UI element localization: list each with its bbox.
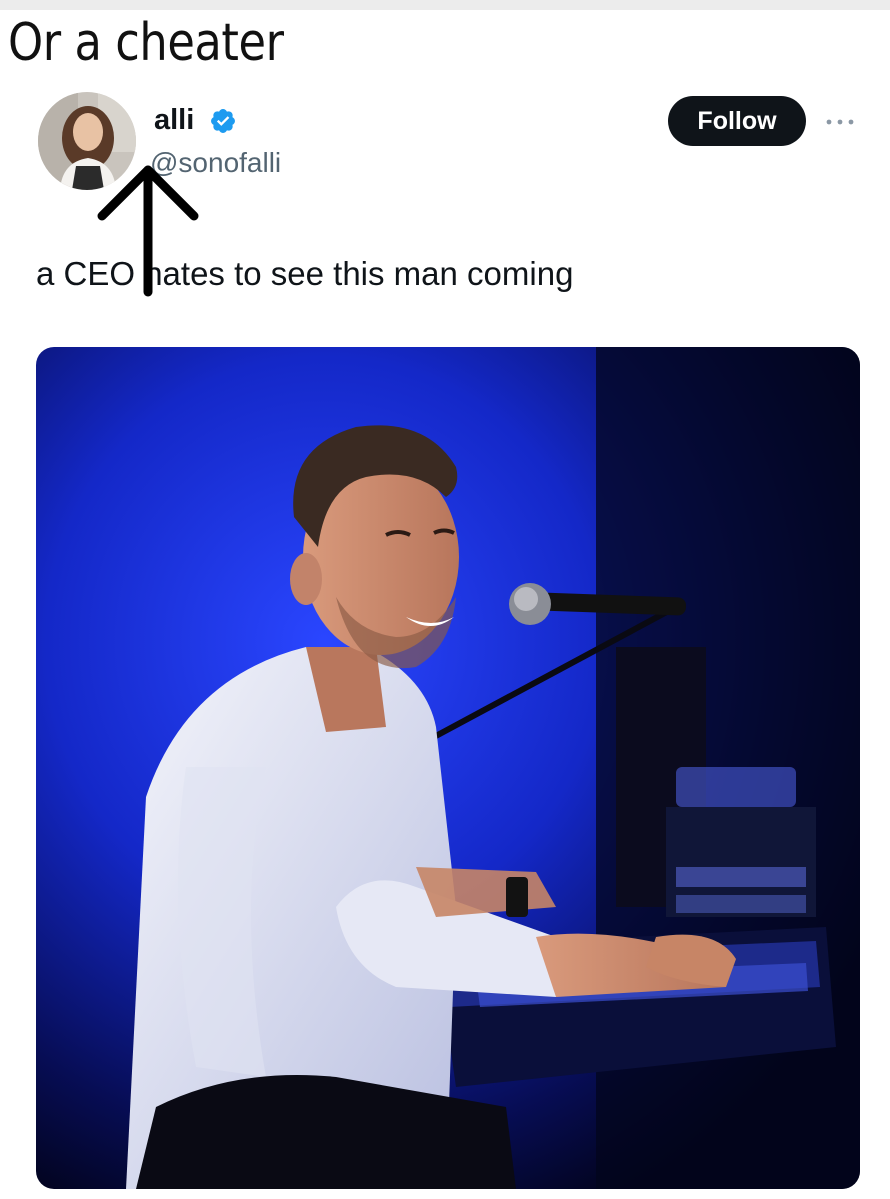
follow-button[interactable]: Follow	[668, 96, 806, 146]
meme-caption: Or a cheater	[8, 13, 284, 73]
tweet-photo[interactable]	[36, 347, 860, 1189]
verified-badge-icon	[211, 109, 235, 133]
author-display-name[interactable]: alli	[154, 103, 194, 137]
annotation-arrow-icon	[97, 165, 199, 297]
top-strip	[0, 0, 890, 10]
more-options-icon[interactable]	[822, 112, 858, 132]
photo-man-at-piano	[36, 347, 860, 1189]
